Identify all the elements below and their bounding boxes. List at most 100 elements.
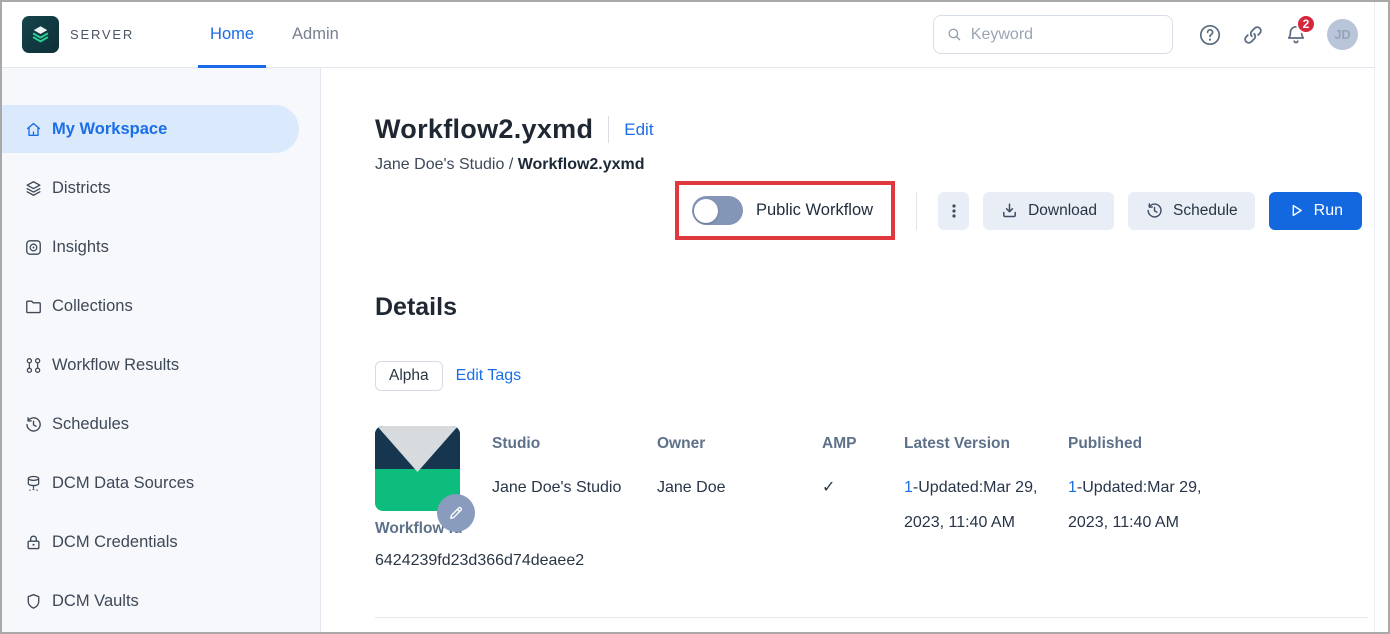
- pencil-icon: [447, 504, 465, 522]
- shield-icon: [24, 592, 43, 611]
- download-label: Download: [1028, 202, 1097, 220]
- sidebar-item-collections[interactable]: Collections: [2, 282, 320, 330]
- search-box[interactable]: [933, 15, 1173, 54]
- breadcrumb-separator: /: [509, 156, 518, 173]
- sidebar-item-label: Collections: [52, 297, 133, 316]
- link-icon[interactable]: [1241, 23, 1265, 47]
- nodes-icon: [24, 356, 43, 375]
- field-studio: Studio Jane Doe's Studio: [492, 426, 657, 570]
- top-bar: SERVER Home Admin: [2, 2, 1388, 68]
- kebab-icon: [946, 203, 962, 219]
- sidebar-item-label: Workflow Results: [52, 356, 179, 375]
- latest-version-link[interactable]: 1: [904, 479, 913, 496]
- history-clock-icon: [24, 415, 43, 434]
- lock-icon: [24, 533, 43, 552]
- vertical-scrollbar[interactable]: [1374, 2, 1388, 632]
- primary-nav: Home Admin: [206, 2, 343, 68]
- run-button[interactable]: Run: [1269, 192, 1362, 230]
- public-workflow-label: Public Workflow: [756, 201, 873, 220]
- sidebar-item-dcm-data-sources[interactable]: DCM Data Sources: [2, 459, 320, 507]
- field-published: Published 1-Updated:Mar 29, 2023, 11:40 …: [1068, 426, 1232, 570]
- database-icon: [24, 474, 43, 493]
- sidebar-item-label: DCM Vaults: [52, 592, 139, 611]
- main-content: Workflow2.yxmd Edit Jane Doe's Studio / …: [321, 68, 1388, 632]
- home-icon: [24, 120, 43, 139]
- sidebar: My Workspace Districts Insights: [2, 68, 321, 632]
- layers-icon: [24, 179, 43, 198]
- details-heading: Details: [375, 293, 1362, 322]
- amp-label: AMP: [822, 435, 904, 453]
- published-label: Published: [1068, 435, 1232, 453]
- actions-row: Public Workflow Download: [375, 181, 1362, 240]
- run-label: Run: [1314, 202, 1343, 220]
- breadcrumb-parent[interactable]: Jane Doe's Studio: [375, 156, 504, 173]
- studio-label: Studio: [492, 435, 657, 453]
- sidebar-item-dcm-credentials[interactable]: DCM Credentials: [2, 518, 320, 566]
- sidebar-item-label: Schedules: [52, 415, 129, 434]
- schedule-button[interactable]: Schedule: [1128, 192, 1255, 230]
- sidebar-item-schedules[interactable]: Schedules: [2, 400, 320, 448]
- breadcrumb-current: Workflow2.yxmd: [518, 156, 645, 173]
- amp-check-icon: ✓: [822, 470, 904, 505]
- latest-version-value: 1-Updated:Mar 29, 2023, 11:40 AM: [904, 470, 1056, 540]
- published-link[interactable]: 1: [1068, 479, 1077, 496]
- sidebar-item-districts[interactable]: Districts: [2, 164, 320, 212]
- public-workflow-highlight-box: Public Workflow: [675, 181, 895, 240]
- notifications[interactable]: 2: [1284, 23, 1308, 47]
- sidebar-item-label: Districts: [52, 179, 111, 198]
- latest-version-label: Latest Version: [904, 435, 1068, 453]
- details-row: Workflow Id 6424239fd23d366d74deaee2 Stu…: [375, 426, 1362, 570]
- field-amp: AMP ✓: [822, 426, 904, 570]
- server-app-window: SERVER Home Admin: [0, 0, 1390, 634]
- header-controls: 2 JD: [933, 15, 1358, 54]
- field-owner: Owner Jane Doe: [657, 426, 822, 570]
- toggle-knob: [694, 199, 718, 223]
- alteryx-server-logo: [22, 16, 59, 53]
- more-options-button[interactable]: [938, 192, 969, 230]
- published-value: 1-Updated:Mar 29, 2023, 11:40 AM: [1068, 470, 1220, 540]
- owner-value: Jane Doe: [657, 470, 822, 505]
- field-latest-version: Latest Version 1-Updated:Mar 29, 2023, 1…: [904, 426, 1068, 570]
- tag-alpha[interactable]: Alpha: [375, 361, 443, 391]
- studio-value: Jane Doe's Studio: [492, 470, 657, 505]
- owner-label: Owner: [657, 435, 822, 453]
- tab-admin[interactable]: Admin: [288, 2, 343, 68]
- published-text: -Updated:Mar 29, 2023, 11:40 AM: [1068, 479, 1201, 531]
- help-icon[interactable]: [1198, 23, 1222, 47]
- insights-icon: [24, 238, 43, 257]
- download-button[interactable]: Download: [983, 192, 1114, 230]
- avatar[interactable]: JD: [1327, 19, 1358, 50]
- folder-icon: [24, 297, 43, 316]
- breadcrumb: Jane Doe's Studio / Workflow2.yxmd: [375, 156, 1362, 174]
- schedule-clock-icon: [1145, 201, 1164, 220]
- public-workflow-toggle[interactable]: [692, 196, 743, 225]
- sidebar-item-label: DCM Data Sources: [52, 474, 194, 493]
- brand-label: SERVER: [70, 27, 134, 42]
- title-row: Workflow2.yxmd Edit: [375, 114, 1362, 145]
- edit-thumbnail-button[interactable]: [437, 494, 475, 532]
- search-icon: [946, 25, 963, 44]
- page-title: Workflow2.yxmd: [375, 114, 593, 145]
- download-icon: [1000, 201, 1019, 220]
- latest-version-text: -Updated:Mar 29, 2023, 11:40 AM: [904, 479, 1037, 531]
- sidebar-item-workflow-results[interactable]: Workflow Results: [2, 341, 320, 389]
- tags-row: Alpha Edit Tags: [375, 361, 1362, 391]
- sidebar-item-insights[interactable]: Insights: [2, 223, 320, 271]
- schedule-label: Schedule: [1173, 202, 1238, 220]
- tab-home[interactable]: Home: [206, 2, 258, 68]
- search-input[interactable]: [971, 26, 1160, 44]
- layers-logo-icon: [27, 21, 54, 48]
- workflow-id-label: Workflow Id: [375, 520, 492, 538]
- sidebar-item-label: Insights: [52, 238, 109, 257]
- sidebar-item-dcm-vaults[interactable]: DCM Vaults: [2, 577, 320, 625]
- workflow-id-value: 6424239fd23d366d74deaee2: [375, 552, 492, 570]
- title-divider: [608, 116, 609, 143]
- edit-title-link[interactable]: Edit: [624, 120, 653, 140]
- sidebar-item-label: My Workspace: [52, 120, 167, 139]
- workflow-thumbnail-column: Workflow Id 6424239fd23d366d74deaee2: [375, 426, 492, 570]
- run-play-icon: [1288, 202, 1305, 219]
- notification-badge: 2: [1296, 14, 1316, 34]
- edit-tags-link[interactable]: Edit Tags: [456, 367, 522, 385]
- sidebar-item-my-workspace[interactable]: My Workspace: [2, 105, 299, 153]
- sidebar-item-label: DCM Credentials: [52, 533, 178, 552]
